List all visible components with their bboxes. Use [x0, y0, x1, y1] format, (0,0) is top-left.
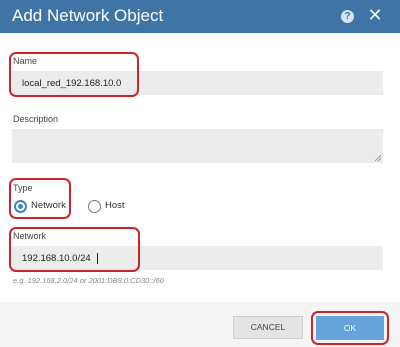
cancel-button[interactable]: CANCEL: [233, 316, 303, 339]
resize-grip-icon[interactable]: [375, 155, 381, 161]
type-host-label[interactable]: Host: [105, 200, 125, 211]
network-highlight: [9, 227, 140, 272]
name-highlight: [9, 52, 139, 97]
add-network-object-dialog: Add Network Object ? ✕ Name Description …: [0, 0, 400, 347]
close-icon[interactable]: ✕: [366, 5, 384, 25]
dialog-title: Add Network Object: [12, 6, 164, 25]
type-host-radio[interactable]: [88, 200, 101, 213]
network-hint: e.g. 192.168.2.0/24 or 2001:DB8:0:CD30::…: [13, 276, 164, 285]
ok-highlight: [311, 311, 389, 345]
help-icon[interactable]: ?: [341, 10, 354, 23]
dialog-titlebar: Add Network Object ? ✕: [0, 0, 400, 33]
description-textarea[interactable]: [12, 129, 383, 163]
type-highlight: [9, 178, 71, 219]
description-label: Description: [13, 114, 59, 124]
